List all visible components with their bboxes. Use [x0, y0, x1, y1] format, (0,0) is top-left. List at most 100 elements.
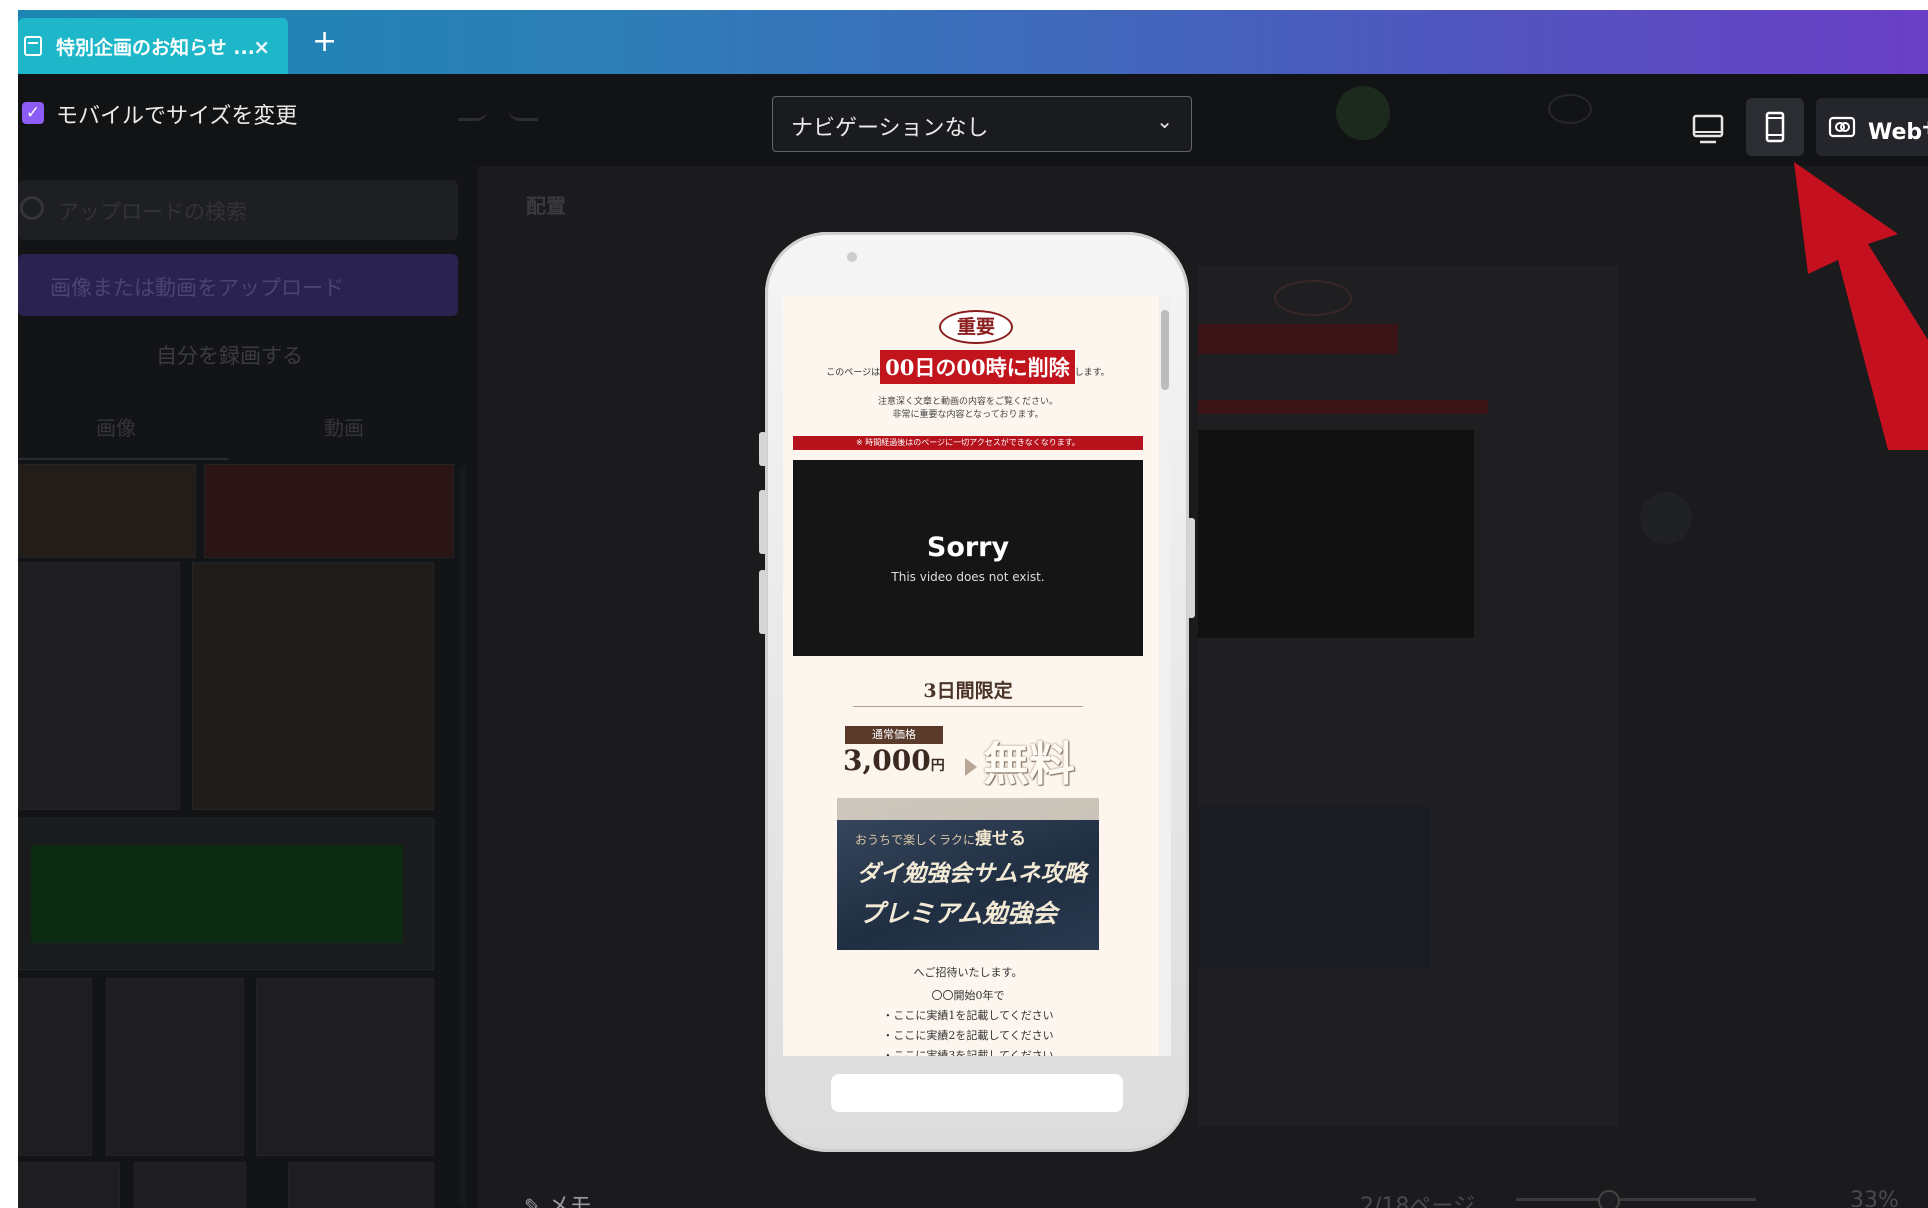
search-icon	[20, 196, 44, 220]
phone-side-button	[759, 570, 767, 634]
section-label: 配置	[526, 194, 566, 218]
achievement-item: ・ここに実績1を記載してください	[882, 1009, 1054, 1022]
zoom-slider-handle[interactable]	[1598, 1190, 1620, 1208]
limited-heading: 3日間限定	[923, 680, 1013, 702]
phone-scroll-thumb[interactable]	[1161, 310, 1169, 390]
banner-subtitle: プレミアム勉強会	[859, 899, 1058, 928]
notes-icon: ✎	[524, 1194, 541, 1208]
notes-button[interactable]: ✎ メモ	[524, 1188, 592, 1208]
upload-media-label: 画像または動画をアップロード	[50, 276, 344, 300]
uploads-panel: アップロードの検索 画像または動画をアップロード 自分を録画する 画像 動画	[18, 166, 478, 1208]
comment-add-icon[interactable]	[1640, 492, 1692, 544]
notice-line-2: 非常に重要な内容となっております。	[892, 410, 1044, 420]
tab-title: 特別企画のお知らせ ...	[56, 36, 255, 59]
upload-thumbnail[interactable]	[18, 562, 180, 810]
phone-scrollbar[interactable]	[1159, 296, 1171, 1056]
web-publish-label: Webサ	[1868, 120, 1928, 145]
delete-suffix: します。	[1074, 368, 1110, 378]
notes-label: メモ	[547, 1194, 592, 1208]
banner-top-band	[837, 798, 1099, 820]
upload-thumbnail[interactable]	[18, 1162, 120, 1208]
phone-page-content: 重要 このページは 00日の00時に削除 します。 注意深く文章と動画の内容をご覧く…	[793, 296, 1143, 1056]
zoom-slider[interactable]	[1516, 1198, 1756, 1201]
upload-thumbnail[interactable]	[18, 978, 92, 1156]
record-yourself-button[interactable]: 自分を録画する	[18, 326, 458, 382]
navigation-select-value: ナビゲーションなし	[791, 116, 989, 141]
zoom-level[interactable]: 33%	[1850, 1188, 1899, 1208]
upload-thumbnail[interactable]	[18, 818, 434, 970]
panel-scrollbar[interactable]	[460, 466, 466, 1206]
page-preview-dimmed	[1198, 266, 1618, 1126]
annotation-arrow-icon	[1794, 162, 1928, 450]
upload-media-button[interactable]: 画像または動画をアップロード	[18, 254, 458, 316]
phone-side-button	[1187, 518, 1195, 618]
achievement-head: 〇〇開始0年で	[931, 989, 1005, 1002]
upload-thumbnail[interactable]	[192, 562, 434, 810]
arrow-right-icon	[965, 758, 977, 776]
divider	[853, 706, 1083, 707]
video-error-title: Sorry	[926, 532, 1010, 563]
delete-notice: このページは 00日の00時に削除 します。	[793, 350, 1143, 384]
camera-dot	[847, 252, 857, 262]
design-canvas: 配置	[478, 166, 1928, 1208]
upload-thumbnail[interactable]	[288, 1162, 434, 1208]
mobile-resize-checkbox[interactable]: ✓	[22, 102, 44, 124]
ghost-red-heading	[1198, 324, 1398, 354]
price-value: 3,000	[843, 744, 931, 777]
ghost-red-bar	[1198, 400, 1488, 414]
record-yourself-label: 自分を録画する	[156, 344, 303, 368]
tab-images[interactable]: 画像	[96, 412, 136, 441]
phone-preview: 重要 このページは 00日の00時に削除 します。 注意深く文章と動画の内容をご覧く…	[759, 232, 1195, 1152]
page-indicator[interactable]: 2/18ページ	[1360, 1188, 1475, 1208]
navigation-select[interactable]: ナビゲーションなし ⌄	[772, 96, 1192, 152]
seminar-banner: おうちで楽しくラクに痩せる ダイ勉強会サムネ攻略 プレミアム勉強会	[837, 798, 1099, 950]
achievement-item: ・ここに実績2を記載してください	[882, 1029, 1054, 1042]
important-badge: 重要	[939, 310, 1013, 344]
tab-document[interactable]: 特別企画のお知らせ ... ×	[18, 18, 288, 74]
upload-thumbnail[interactable]	[106, 978, 244, 1156]
video-error-message: This video does not exist.	[891, 570, 1045, 584]
achievement-item: ・ここに実績3を記載してください	[882, 1049, 1054, 1056]
notice-text: 注意深く文章と動画の内容をご覧ください。 非常に重要な内容となっております。	[793, 396, 1143, 422]
upload-thumbnail[interactable]	[204, 464, 454, 558]
phone-screen[interactable]: 重要 このページは 00日の00時に削除 します。 注意深く文章と動画の内容をご覧く…	[783, 296, 1171, 1056]
uploads-search-input[interactable]: アップロードの検索	[18, 180, 458, 240]
phone-home-bar	[831, 1074, 1123, 1112]
desktop-view-button[interactable]	[1688, 112, 1728, 148]
invite-text: へご招待いたします。	[913, 966, 1023, 979]
document-icon	[24, 36, 42, 56]
mobile-view-button[interactable]	[1746, 98, 1804, 156]
upload-thumbnail[interactable]	[134, 1162, 246, 1208]
phone-side-button	[759, 490, 767, 554]
app-window: 特別企画のお知らせ ... × + ✓ モバイルでサイズを変更 アップロードの検…	[18, 10, 1928, 1208]
achievements-list: 〇〇開始0年で ・ここに実績1を記載してください ・ここに実績2を記載してくださ…	[793, 986, 1143, 1056]
free-text: 無料	[983, 737, 1075, 791]
new-tab-button[interactable]: +	[312, 24, 337, 59]
banner-title: ダイ勉強会サムネ攻略	[857, 860, 1087, 887]
banner-tagline-prefix: おうちで楽しくラクに	[855, 833, 976, 847]
tab-underline	[18, 458, 228, 460]
search-placeholder: アップロードの検索	[58, 200, 247, 224]
upload-thumbnail[interactable]	[256, 978, 434, 1156]
upload-thumbnail[interactable]	[18, 464, 196, 558]
delete-prefix: このページは	[826, 368, 881, 378]
ghost-badge	[1274, 280, 1352, 316]
tab-bar: 特別企画のお知らせ ... × +	[18, 10, 1928, 74]
price-yen: 円	[930, 758, 945, 774]
close-icon[interactable]: ×	[253, 35, 270, 59]
web-publish-button[interactable]: Webサ	[1816, 98, 1928, 156]
tab-videos[interactable]: 動画	[324, 412, 364, 441]
banner-tagline-em: 痩せる	[975, 829, 1027, 849]
ghost-video-block	[1198, 430, 1474, 638]
banner-tagline: おうちで楽しくラクに痩せる	[855, 824, 1026, 849]
notice-line-1: 注意深く文章と動画の内容をご覧ください。	[877, 397, 1058, 407]
ghost-banner	[1198, 806, 1430, 968]
desktop-icon	[1692, 114, 1724, 144]
normal-price-label: 通常価格	[845, 726, 943, 744]
phone-side-button	[759, 432, 767, 466]
delete-highlight: 00日の00時に削除	[880, 350, 1075, 384]
chevron-down-icon: ⌄	[1156, 109, 1173, 133]
normal-price: 3,000円	[843, 744, 945, 777]
video-embed[interactable]: Sorry This video does not exist.	[793, 460, 1143, 656]
web-icon	[1828, 116, 1856, 138]
